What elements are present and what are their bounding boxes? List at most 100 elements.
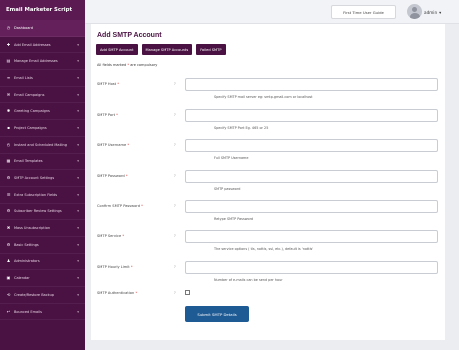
sidebar-item-create-restore-backup[interactable]: ⟲ Create/Restore Backup ▾ (0, 287, 85, 304)
chevron-down-icon: ▾ (77, 259, 79, 264)
sidebar-item-greeting-campaigns[interactable]: ✱ Greeting Campaigns ▾ (0, 103, 85, 121)
field-label: SMTP Authentication * (97, 291, 137, 295)
sidebar-item-basic-settings[interactable]: ⚙ Basic Settings ▾ (0, 237, 85, 254)
sidebar-item-email-lists[interactable]: ≡ Email Lists ▾ (0, 70, 85, 87)
chevron-down-icon: ▾ (77, 59, 79, 64)
clock-icon: ◴ (6, 141, 11, 147)
folder-icon: ▪ (7, 124, 10, 130)
help-icon[interactable]: ? (174, 234, 176, 238)
sidebar-item-label: Basic Settings (14, 242, 39, 247)
sidebar-item-email-campaigns[interactable]: ✉ Email Campaigns ▾ (0, 87, 85, 104)
user-guide-button[interactable]: First Time User Guide (331, 5, 396, 19)
sidebar-item-mass-unsubscription[interactable]: ✖ Mass Unsubscription ▾ (0, 220, 85, 237)
help-icon[interactable]: ? (174, 113, 176, 117)
sidebar: Email Marketer Script ◷ Dashboard ✚ Add Ema… (0, 0, 85, 350)
sidebar-item-label: Email Templates (14, 159, 43, 164)
envelope-icon: ✉ (6, 91, 11, 97)
avatar[interactable] (407, 4, 422, 19)
field-label-text: SMTP Hourly Limit (97, 265, 130, 269)
app-title: Email Marketer Script (0, 0, 85, 20)
field-label-text: SMTP Password (97, 174, 125, 178)
field-help-text: Retype SMTP Password (214, 217, 254, 221)
sidebar-item-subscriber-review-settings[interactable]: ⚙ Subscriber Review Settings ▾ (0, 204, 85, 221)
help-icon[interactable]: ? (174, 143, 176, 147)
sidebar-item-label: Mass Unsubscription (14, 226, 51, 231)
sidebar-item-administrators[interactable]: ♟ Administrators ▾ (0, 254, 85, 271)
sidebar-item-add-email-addresses[interactable]: ✚ Add Email Addresses ▾ (0, 37, 85, 54)
help-icon[interactable]: ? (174, 82, 176, 86)
field-label-text: SMTP Port (97, 113, 116, 117)
sidebar-item-manage-email-addresses[interactable]: ▤ Manage Email Addresses ▾ (0, 53, 85, 71)
chevron-down-icon: ▾ (77, 176, 79, 181)
sidebar-item-label: Instant and Scheduled Mailing (14, 142, 67, 147)
sidebar-item-email-templates[interactable]: ▦ Email Templates ▾ (0, 154, 85, 171)
user-menu[interactable]: admin ▾ (424, 6, 441, 18)
required-star: * (135, 291, 138, 295)
field-help-text: The service options ( tls, nottls, ssl, … (214, 247, 314, 251)
help-icon[interactable]: ? (174, 265, 176, 269)
smtp-password-input[interactable] (185, 170, 438, 183)
required-star: * (117, 82, 120, 86)
field-label: SMTP Password * (97, 174, 128, 178)
field-help-text: Specify SMTP Port Eg. 465 or 25 (214, 126, 269, 130)
smtp-authentication-checkbox[interactable] (185, 290, 190, 295)
list-icon: ≡ (6, 74, 11, 80)
sidebar-item-label: Email Campaigns (14, 92, 45, 97)
field-label: SMTP Username * (97, 143, 129, 147)
sidebar-item-extra-subscription-fields[interactable]: ☰ Extra Subscription Fields ▾ (0, 187, 85, 204)
help-icon[interactable]: ? (174, 204, 176, 208)
field-label: SMTP Host * (97, 82, 119, 86)
required-star: * (125, 174, 128, 178)
chevron-down-icon: ▾ (77, 242, 79, 247)
tab-bar: Add SMTP Account Manage SMTP Accounts Fa… (96, 44, 226, 55)
field-label: SMTP Hourly Limit * (97, 265, 133, 269)
sidebar-item-label: Calendar (14, 276, 30, 281)
sidebar-item-dashboard[interactable]: ◷ Dashboard (0, 20, 85, 37)
sidebar-item-label: Dashboard (14, 25, 33, 30)
fields-icon: ☰ (6, 191, 11, 197)
required-note-suffix: are compulsory (130, 63, 158, 67)
field-label: SMTP Service * (97, 234, 124, 238)
smtp-hourly-limit-input[interactable] (185, 261, 438, 274)
sidebar-item-label: Manage Email Addresses (14, 59, 58, 64)
sidebar-item-instant-and-scheduled-mailing[interactable]: ◴ Instant and Scheduled Mailing ▾ (0, 137, 85, 154)
calendar-icon: ▣ (6, 275, 11, 281)
template-icon: ▦ (6, 158, 11, 164)
field-label: Confirm SMTP Password * (97, 204, 143, 208)
chevron-down-icon: ▾ (77, 276, 79, 281)
smtp-service-input[interactable] (185, 230, 438, 243)
tab-manage-smtp-accounts[interactable]: Manage SMTP Accounts (141, 44, 193, 55)
smtp-host-input[interactable] (185, 78, 438, 91)
settings-icon: ⚙ (6, 208, 11, 214)
sidebar-item-calendar[interactable]: ▣ Calendar ▾ (0, 270, 85, 287)
admin-icon: ♟ (6, 258, 11, 264)
field-help-text: Specify SMTP mail server eg: smtp.gmail.… (214, 95, 313, 99)
chevron-down-icon: ▾ (77, 159, 79, 164)
sidebar-item-smtp-account-settings[interactable]: ⚙ SMTP Account Settings ▾ (0, 170, 85, 187)
sidebar-item-label: Email Lists (14, 75, 33, 80)
backup-icon: ⟲ (6, 291, 11, 297)
chevron-down-icon: ▾ (77, 192, 79, 197)
tab-add-smtp-account[interactable]: Add SMTP Account (96, 44, 138, 55)
smtp-username-input[interactable] (185, 139, 438, 152)
page-title: Add SMTP Account (97, 32, 162, 39)
field-label-text: SMTP Username (97, 143, 127, 147)
sidebar-item-label: Administrators (14, 259, 40, 264)
chevron-down-icon: ▾ (77, 142, 79, 147)
required-star: * (122, 234, 125, 238)
sidebar-item-label: Bounced Emails (14, 309, 42, 314)
help-icon[interactable]: ? (174, 174, 176, 178)
dashboard-icon: ◷ (6, 24, 11, 30)
submit-smtp-button[interactable]: Submit SMTP Details (185, 306, 249, 322)
chevron-down-icon: ▾ (77, 75, 79, 80)
smtp-port-input[interactable] (185, 109, 438, 122)
sidebar-item-bounced-emails[interactable]: ↩ Bounced Emails ▾ (0, 304, 85, 321)
chevron-down-icon: ▾ (77, 109, 79, 114)
confirm-smtp-password-input[interactable] (185, 200, 438, 213)
tab-failed-smtp[interactable]: Failed SMTP (196, 44, 226, 55)
required-star: * (116, 113, 118, 117)
sidebar-item-label: Add Email Addresses (14, 42, 51, 47)
field-label-text: SMTP Service (97, 234, 122, 238)
sidebar-item-project-campaigns[interactable]: ▪ Project Campaigns ▾ (0, 120, 85, 137)
help-icon[interactable]: ? (174, 291, 176, 295)
